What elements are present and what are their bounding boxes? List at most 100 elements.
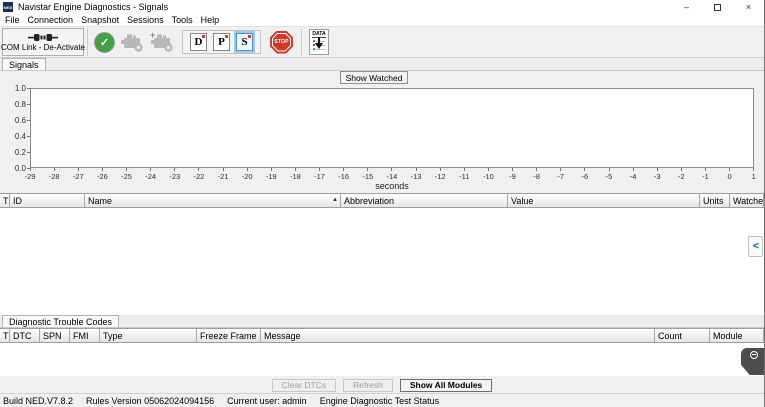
menu-item[interactable]: Sessions [123, 15, 168, 25]
column-label: Module [713, 331, 743, 342]
app-window: NED Navistar Engine Diagnostics - Signal… [0, 0, 765, 407]
x-tick-label: -21 [218, 172, 229, 181]
clear-dtcs-button[interactable]: Clear DTCs [272, 379, 336, 392]
dtc-column-header[interactable]: Module [710, 329, 764, 342]
connection-ok-check-icon[interactable]: ✓ [94, 32, 115, 53]
menu-item[interactable]: Help [197, 15, 224, 25]
column-label: Units [703, 196, 724, 207]
refresh-button[interactable]: Refresh [343, 379, 393, 392]
toolbar-separator [87, 29, 88, 56]
x-tick-label: -17 [314, 172, 325, 181]
x-tick-label: -28 [49, 172, 60, 181]
stop-icon[interactable]: STOP [270, 31, 293, 54]
x-tick: -21 [213, 168, 233, 181]
tab-diagnostic-trouble-codes[interactable]: Diagnostic Trouble Codes [2, 315, 119, 327]
engine-snapshot-add-icon[interactable]: + [150, 31, 176, 53]
restore-button[interactable] [702, 0, 733, 14]
close-button[interactable]: × [733, 0, 764, 14]
x-tick: -15 [358, 168, 378, 181]
mode-button[interactable]: S [236, 33, 253, 51]
menu-item[interactable]: Tools [168, 15, 197, 25]
x-tick: -29 [20, 168, 40, 181]
x-tick-label: -3 [654, 172, 661, 181]
x-tick-label: -4 [630, 172, 637, 181]
y-tick-label: 0.6 [15, 116, 26, 125]
com-link-button[interactable]: COM Link - De-Activate [2, 28, 84, 56]
signals-column-header[interactable]: Value [508, 194, 700, 207]
signals-column-header[interactable]: Name ▲ [85, 194, 341, 207]
x-tick: -23 [165, 168, 185, 181]
engine-snapshot-icon[interactable] [120, 31, 146, 53]
x-tick-label: -11 [459, 172, 469, 181]
x-tick: -27 [68, 168, 88, 181]
signals-column-header[interactable]: Abbreviation [341, 194, 508, 207]
x-tick-label: -9 [509, 172, 516, 181]
status-bar: Build NED.V7.8.2Rules Version 0506202409… [0, 393, 764, 407]
x-tick: -18 [285, 168, 305, 181]
dtc-column-header[interactable]: T [0, 329, 10, 342]
menu-item[interactable]: Snapshot [77, 15, 123, 25]
data-log-line [316, 49, 325, 50]
x-tick-label: -16 [338, 172, 349, 181]
dtc-column-header[interactable]: Count [655, 329, 710, 342]
dtc-column-header[interactable]: SPN [40, 329, 70, 342]
x-tick: -2 [671, 168, 691, 181]
plot-area [30, 88, 754, 168]
close-icon: × [746, 2, 751, 12]
x-tick: -25 [117, 168, 137, 181]
hidden-panel-handle[interactable] [741, 348, 764, 375]
x-tick: -22 [189, 168, 209, 181]
x-tick: -6 [575, 168, 595, 181]
mode-button[interactable]: P [213, 33, 230, 51]
x-tick: -4 [623, 168, 643, 181]
minimize-icon: – [684, 2, 689, 12]
column-label: SPN [43, 331, 62, 342]
x-tick-label: 1 [752, 172, 756, 181]
menu-item[interactable]: File [1, 15, 24, 25]
dtc-column-header[interactable]: DTC [10, 329, 40, 342]
x-tick-label: -22 [193, 172, 204, 181]
menu-item[interactable]: Connection [24, 15, 78, 25]
signals-column-header[interactable]: Units [700, 194, 730, 207]
column-label: Count [658, 331, 682, 342]
signals-column-header[interactable]: T [0, 194, 10, 207]
show-watched-row: Show Watched [0, 71, 764, 85]
dtc-column-header[interactable]: Type [100, 329, 197, 342]
app-icon: NED [3, 2, 13, 12]
tab-signals[interactable]: Signals [2, 58, 46, 70]
y-tick-label: 1.0 [15, 84, 26, 93]
column-label: DTC [13, 331, 32, 342]
collapse-panel-button[interactable]: < [748, 236, 763, 257]
x-tick: -7 [551, 168, 571, 181]
x-tick-label: -15 [362, 172, 373, 181]
signals-tab-row: Signals [0, 58, 764, 71]
column-label: Abbreviation [344, 196, 394, 207]
mode-button[interactable]: D [190, 33, 207, 51]
window-title: Navistar Engine Diagnostics - Signals [18, 2, 168, 12]
status-item: Rules Version 05062024094156 [86, 396, 214, 406]
y-axis: 1.0 0.8 0.6 0.4 0.2 0.0 [0, 88, 30, 168]
x-tick-label: -2 [678, 172, 685, 181]
x-tick-label: -23 [169, 172, 180, 181]
x-tick: -20 [237, 168, 257, 181]
x-tick: -5 [599, 168, 619, 181]
data-log-icon[interactable]: DATA [309, 29, 329, 55]
x-tick-label: -12 [435, 172, 446, 181]
y-tick: 1.0 [15, 84, 30, 92]
signals-column-header[interactable]: Watched [730, 194, 764, 207]
window-controls: – × [671, 0, 764, 14]
column-label: T [3, 196, 9, 207]
show-all-modules-button[interactable]: Show All Modules [400, 379, 492, 392]
record-dot-icon [248, 35, 251, 38]
signals-column-header[interactable]: ID [10, 194, 85, 207]
dtc-column-header[interactable]: Freeze Frame [197, 329, 261, 342]
svg-text:+: + [150, 31, 155, 40]
minimize-button[interactable]: – [671, 0, 702, 14]
x-tick-label: -26 [97, 172, 108, 181]
show-watched-button[interactable]: Show Watched [340, 71, 408, 84]
x-tick: -11 [454, 168, 474, 181]
dtc-column-header[interactable]: FMI [70, 329, 100, 342]
x-tick-label: -7 [557, 172, 564, 181]
column-label: T [3, 331, 9, 342]
dtc-column-header[interactable]: Message [261, 329, 655, 342]
